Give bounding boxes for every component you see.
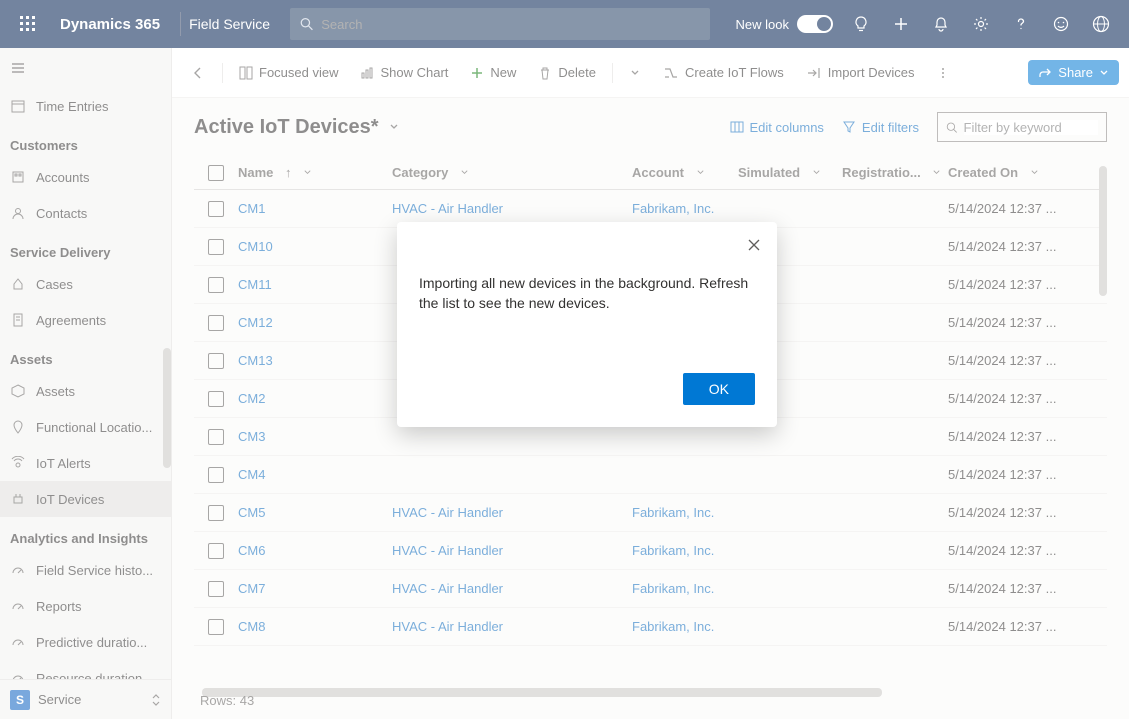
- dialog-ok-button[interactable]: OK: [683, 373, 755, 405]
- close-icon: [747, 238, 761, 252]
- dialog-close-button[interactable]: [743, 234, 765, 256]
- import-dialog: Importing all new devices in the backgro…: [397, 222, 777, 427]
- dialog-text: Importing all new devices in the backgro…: [419, 274, 755, 313]
